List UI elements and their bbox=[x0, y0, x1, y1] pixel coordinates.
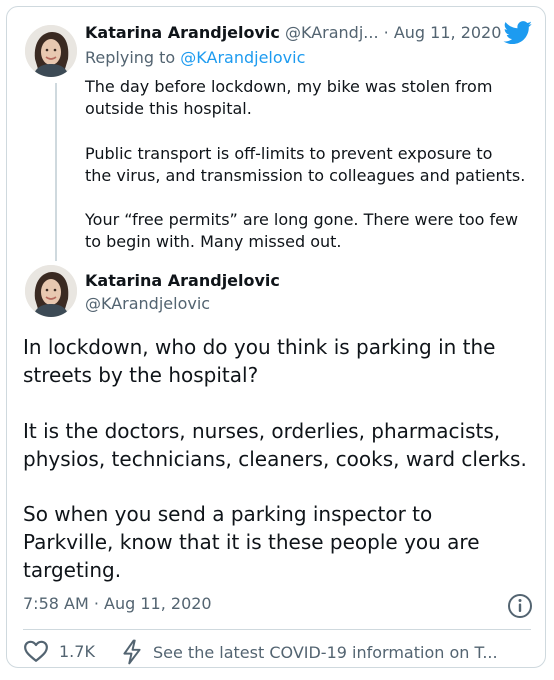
reply-date[interactable]: Aug 11, 2020 bbox=[394, 23, 502, 42]
footer-divider bbox=[23, 629, 531, 630]
main-author-avatar[interactable] bbox=[25, 265, 77, 317]
replying-to-label: Replying to bbox=[85, 48, 176, 67]
lightning-icon bbox=[123, 639, 141, 665]
main-paragraph-2: It is the doctors, nurses, orderlies, ph… bbox=[23, 419, 527, 471]
heart-icon bbox=[24, 640, 48, 662]
reply-separator: · bbox=[383, 23, 389, 42]
info-icon[interactable] bbox=[506, 592, 534, 620]
main-paragraph-1: In lockdown, who do you think is parking… bbox=[23, 335, 496, 387]
like-button[interactable]: 1.7K bbox=[23, 639, 95, 663]
reply-author-handle[interactable]: @KArandj... bbox=[285, 23, 379, 42]
replying-to-handle[interactable]: @KArandjelovic bbox=[180, 48, 305, 67]
avatar-image bbox=[25, 25, 77, 77]
main-author-name[interactable]: Katarina Arandjelovic bbox=[85, 271, 280, 290]
reply-paragraph-1: The day before lockdown, my bike was sto… bbox=[85, 77, 493, 118]
thread-connector bbox=[55, 83, 57, 261]
author-avatar[interactable] bbox=[25, 25, 77, 77]
like-count: 1.7K bbox=[59, 641, 95, 661]
covid-info-text: See the latest COVID-19 information on T… bbox=[153, 642, 498, 662]
reply-paragraph-3: Your “free permits” are long gone. There… bbox=[85, 210, 519, 251]
covid-info-link[interactable]: See the latest COVID-19 information on T… bbox=[121, 639, 498, 665]
replying-to-line: Replying to @KArandjelovic bbox=[85, 48, 305, 67]
reply-author-name[interactable]: Katarina Arandjelovic bbox=[85, 23, 280, 42]
main-author-handle[interactable]: @KArandjelovic bbox=[85, 294, 210, 313]
reply-paragraph-2: Public transport is off-limits to preven… bbox=[85, 144, 526, 185]
tweet-card: Katarina Arandjelovic @KArandj... · Aug … bbox=[6, 6, 546, 668]
main-paragraph-3: So when you send a parking inspector to … bbox=[23, 502, 480, 582]
avatar-image bbox=[25, 265, 77, 317]
tweet-timestamp[interactable]: 7:58 AM · Aug 11, 2020 bbox=[23, 594, 212, 613]
reply-header: Katarina Arandjelovic @KArandj... · Aug … bbox=[85, 23, 501, 42]
twitter-bird-icon[interactable] bbox=[503, 21, 533, 45]
